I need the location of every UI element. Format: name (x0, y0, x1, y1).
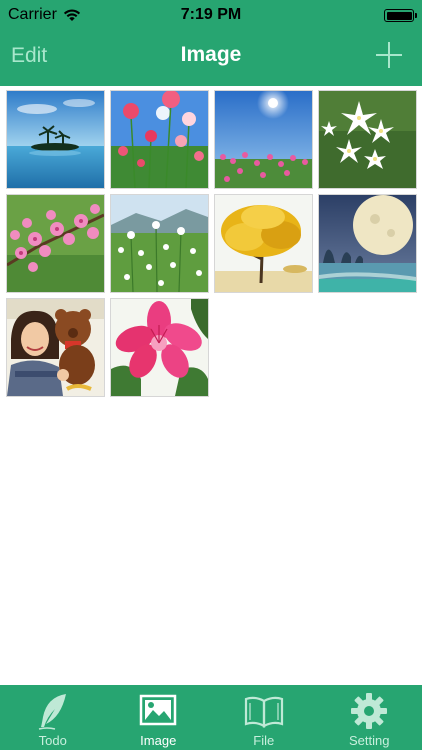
pink-lily-image (111, 299, 208, 396)
white-wildflowers-image (111, 195, 208, 292)
battery-icon (384, 9, 417, 22)
image-thumb-white-wildflowers[interactable] (110, 194, 209, 293)
red-poppies-image (111, 91, 208, 188)
tab-todo[interactable]: Todo (0, 685, 106, 750)
image-thumb-white-star-flowers[interactable] (318, 90, 417, 189)
image-thumb-sunny-flower-meadow[interactable] (214, 90, 313, 189)
nav-bar: Edit Image (0, 30, 422, 86)
page-title: Image (180, 43, 242, 66)
tab-image[interactable]: Image (106, 685, 212, 750)
girl-with-teddy-bear-image (7, 299, 104, 396)
battery-level (386, 11, 412, 20)
status-bar: Carrier 7:19 PM (0, 0, 422, 30)
tab-bar: Todo Image File Setting (0, 685, 422, 750)
screen: Carrier 7:19 PM Edit Image Todo Image Fi… (0, 0, 422, 750)
image-thumb-moon-over-sea[interactable] (318, 194, 417, 293)
image-thumb-tropical-island[interactable] (6, 90, 105, 189)
tab-file[interactable]: File (211, 685, 317, 750)
book-icon (244, 696, 283, 728)
image-thumb-red-poppies[interactable] (110, 90, 209, 189)
tab-setting-label: Setting (349, 733, 390, 748)
header: Carrier 7:19 PM Edit Image (0, 0, 422, 86)
battery-tip (414, 13, 417, 18)
picture-icon (140, 694, 177, 726)
status-time: 7:19 PM (180, 6, 242, 23)
tab-image-label: Image (140, 733, 177, 748)
image-thumb-pink-lily[interactable] (110, 298, 209, 397)
sunny-flower-meadow-image (215, 91, 312, 188)
image-thumb-peach-blossoms[interactable] (6, 194, 105, 293)
peach-blossoms-image (7, 195, 104, 292)
feather-icon (38, 694, 66, 730)
gear-icon (351, 693, 388, 729)
tab-todo-label: Todo (38, 733, 67, 748)
tab-setting[interactable]: Setting (317, 685, 422, 750)
tropical-island-image (7, 91, 104, 188)
golden-tree-image (215, 195, 312, 292)
plus-icon[interactable] (376, 42, 402, 68)
tab-file-label: File (253, 733, 275, 748)
moon-over-sea-image (319, 195, 416, 292)
image-thumb-golden-tree[interactable] (214, 194, 313, 293)
white-star-flowers-image (319, 91, 416, 188)
image-thumb-girl-with-teddy-bear[interactable] (6, 298, 105, 397)
